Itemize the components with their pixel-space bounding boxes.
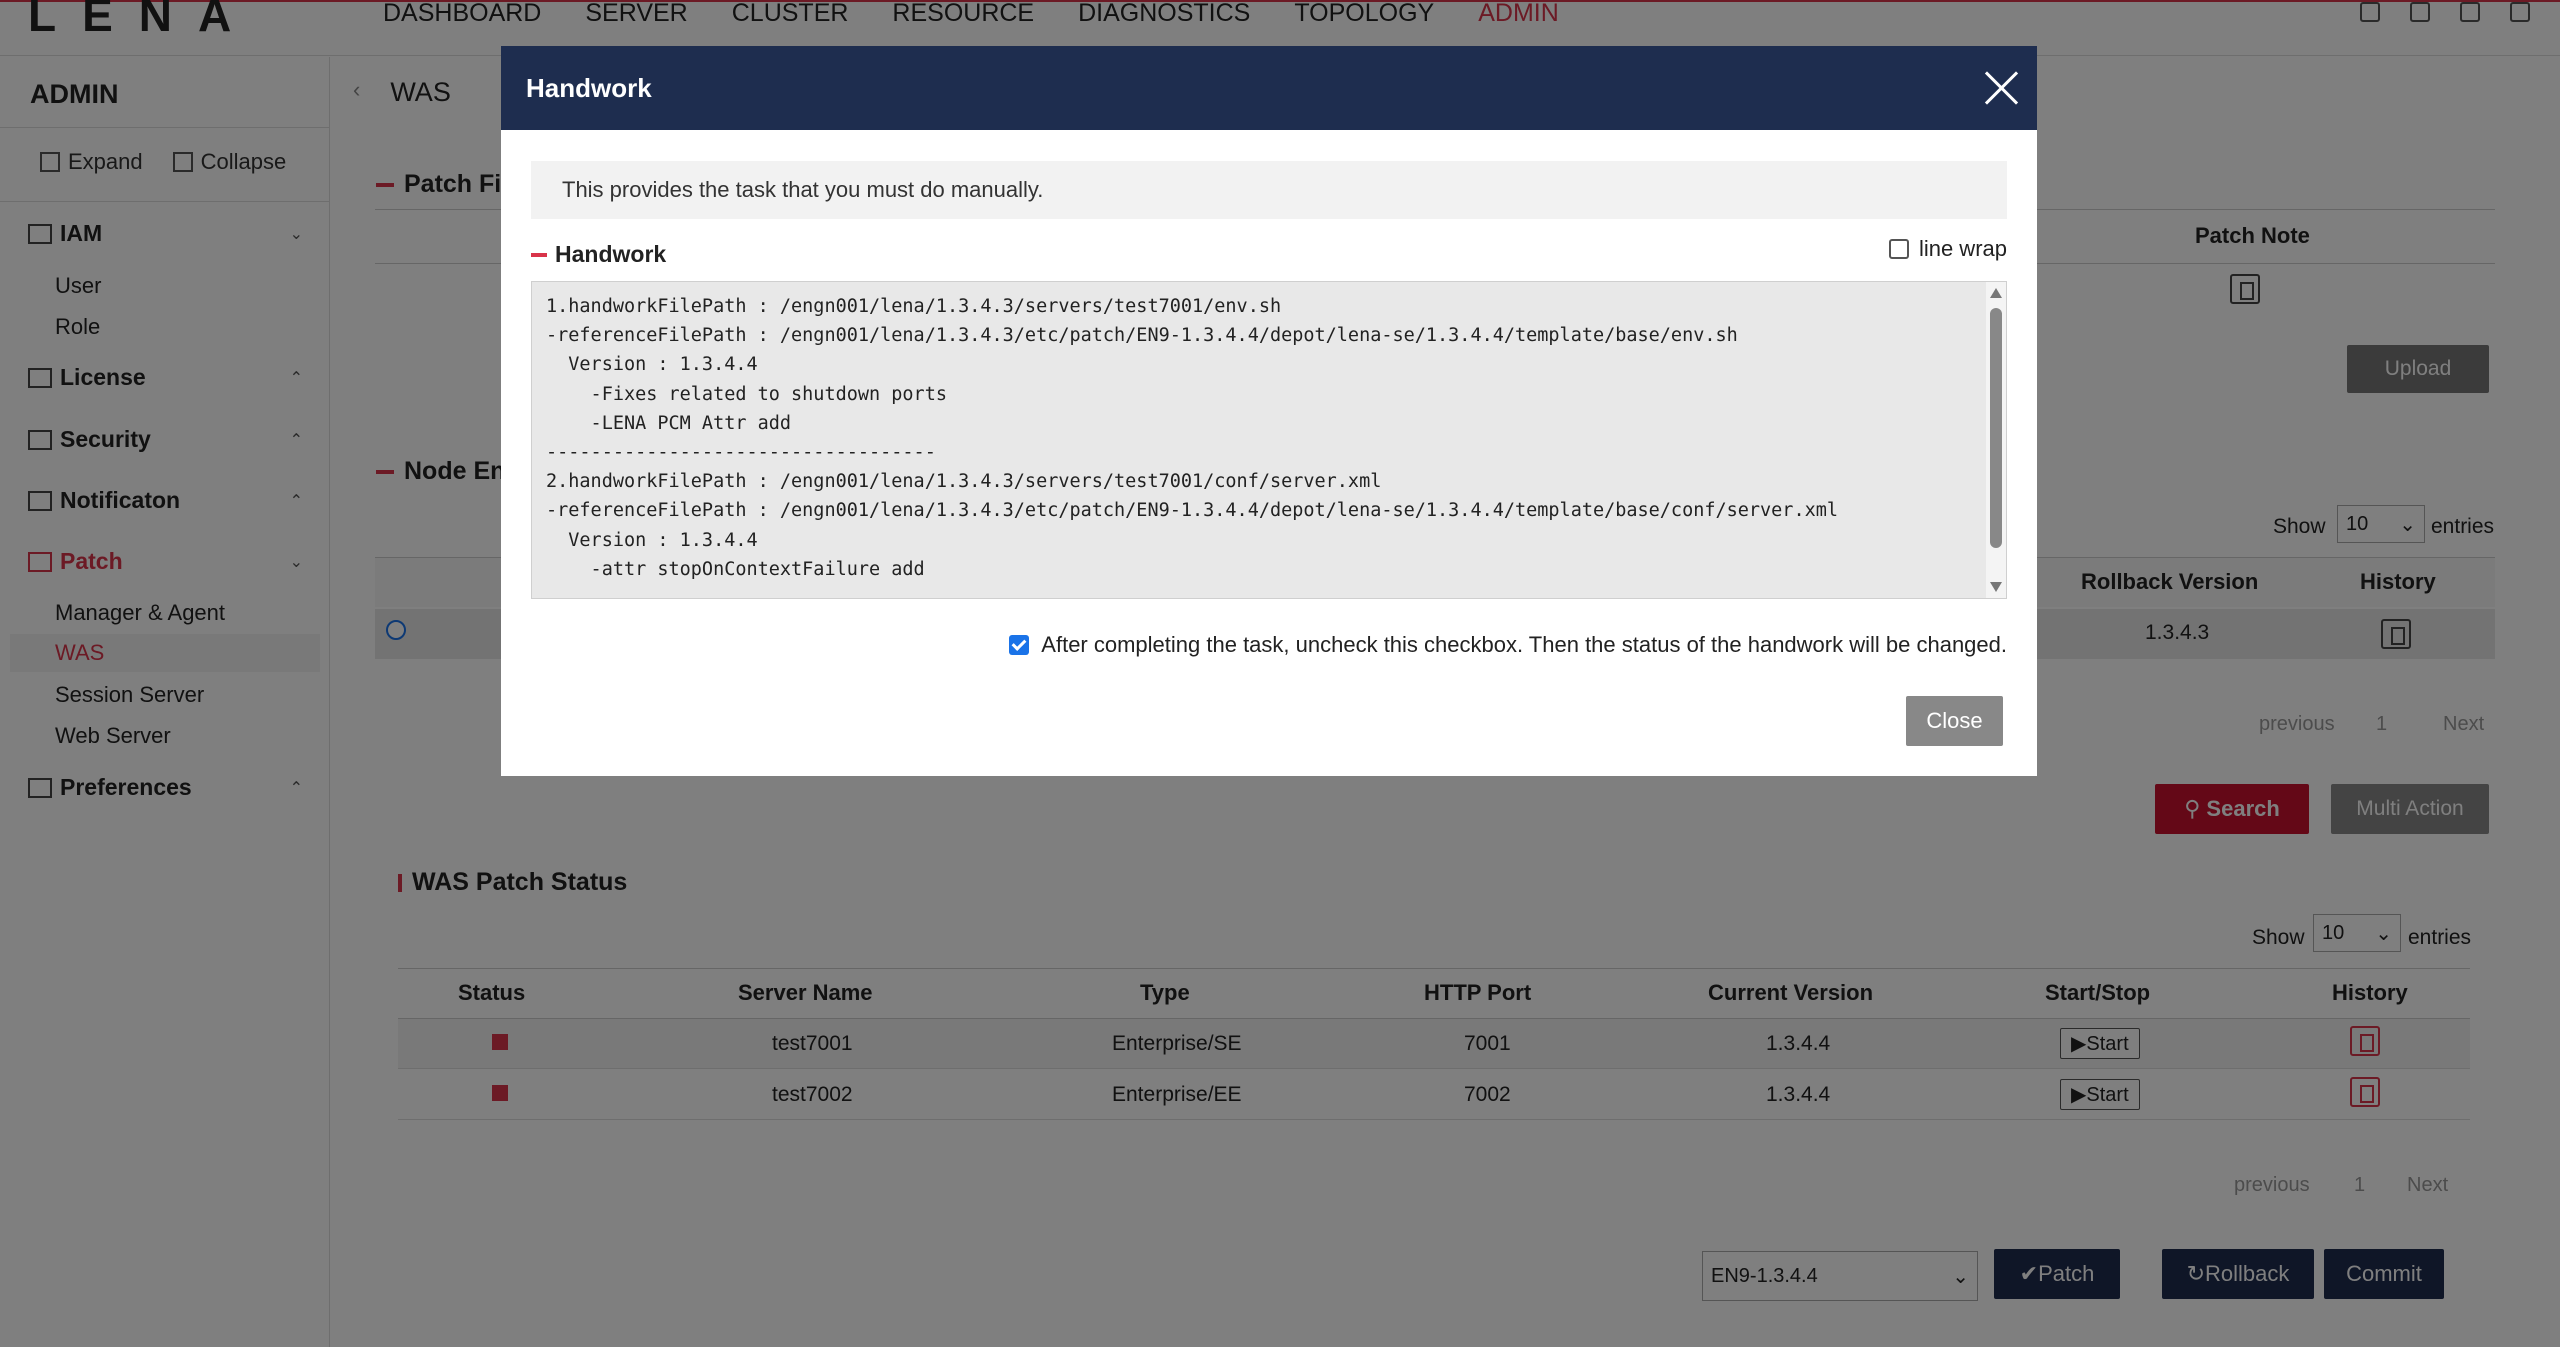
code-line: -attr stopOnContextFailure add xyxy=(546,558,925,580)
scroll-up-icon[interactable] xyxy=(1990,288,2002,298)
code-line: -LENA PCM Attr add xyxy=(546,412,792,434)
close-button[interactable]: Close xyxy=(1906,696,2003,746)
code-line: ----------------------------------- xyxy=(546,442,936,464)
handwork-confirm-option[interactable]: After completing the task, uncheck this … xyxy=(1009,632,2007,658)
handwork-modal: Handwork This provides the task that you… xyxy=(501,46,2037,776)
code-line: Version : 1.3.4.4 xyxy=(546,529,758,551)
close-icon[interactable] xyxy=(1983,70,2019,106)
line-wrap-option[interactable]: line wrap xyxy=(1888,236,2007,262)
scroll-thumb[interactable] xyxy=(1990,308,2002,548)
code-line: -referenceFilePath : /engn001/lena/1.3.4… xyxy=(546,325,1738,347)
info-message: This provides the task that you must do … xyxy=(531,161,2007,219)
code-line: 1.handworkFilePath : /engn001/lena/1.3.4… xyxy=(546,296,1282,317)
modal-header: Handwork xyxy=(501,46,2037,130)
handwork-code-text: 1.handworkFilePath : /engn001/lena/1.3.4… xyxy=(546,292,1838,584)
handwork-section-title: Handwork xyxy=(531,241,666,268)
code-line: Version : 1.3.4.4 xyxy=(546,354,758,376)
code-scrollbar[interactable] xyxy=(1986,282,2006,598)
modal-title: Handwork xyxy=(526,73,652,103)
handwork-done-checkbox[interactable] xyxy=(1009,635,1030,655)
code-line: -Fixes related to shutdown ports xyxy=(546,383,947,405)
code-line: 2.handworkFilePath : /engn001/lena/1.3.4… xyxy=(546,471,1382,493)
handwork-code-area[interactable]: 1.handworkFilePath : /engn001/lena/1.3.4… xyxy=(531,281,2007,599)
scroll-down-icon[interactable] xyxy=(1990,582,2002,592)
line-wrap-checkbox[interactable] xyxy=(1888,239,1909,259)
code-line: -referenceFilePath : /engn001/lena/1.3.4… xyxy=(546,500,1839,522)
